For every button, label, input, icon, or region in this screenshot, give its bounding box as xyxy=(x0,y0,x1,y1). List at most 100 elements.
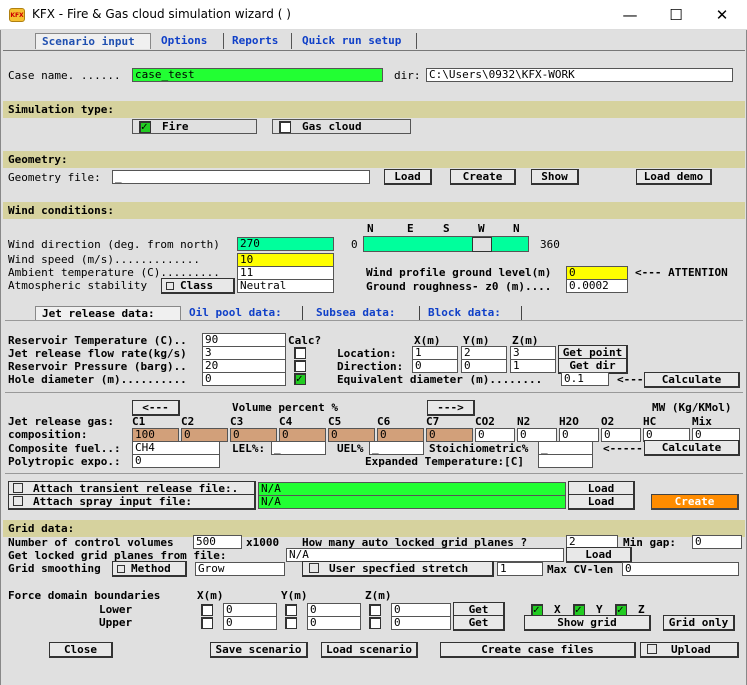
transient-file-field[interactable]: N/A xyxy=(258,482,566,496)
calculate-diameter-button[interactable]: Calculate xyxy=(644,372,740,388)
upper-x-checkbox[interactable] xyxy=(201,617,213,629)
upper-x-field[interactable]: 0 xyxy=(223,616,277,630)
wind-speed-field[interactable]: 10 xyxy=(237,253,334,267)
tab-options[interactable]: Options xyxy=(155,33,224,49)
spray-file-field[interactable]: N/A xyxy=(258,495,566,509)
geometry-show-button[interactable]: Show xyxy=(531,169,579,185)
wind-direction-thumb[interactable] xyxy=(472,237,492,252)
locked-planes-load-button[interactable]: Load xyxy=(566,547,632,563)
minimize-icon[interactable]: — xyxy=(607,0,653,30)
equivalent-diameter-field[interactable]: 0.1 xyxy=(561,372,609,386)
min-gap-field[interactable]: 0 xyxy=(692,535,742,549)
tab-reports[interactable]: Reports xyxy=(226,33,292,49)
gas-composition-field[interactable]: 0 xyxy=(426,428,473,442)
smoothing-method-button[interactable]: Method xyxy=(112,561,187,577)
geometry-file-field[interactable]: _ xyxy=(112,170,370,184)
show-grid-button[interactable]: Show grid xyxy=(524,615,651,631)
polytropic-field[interactable]: 0 xyxy=(132,454,220,468)
upper-z-field[interactable]: 0 xyxy=(391,616,451,630)
upload-toggle[interactable]: Upload xyxy=(640,642,739,658)
save-scenario-button[interactable]: Save scenario xyxy=(210,642,308,658)
ground-roughness-field[interactable]: 0.0002 xyxy=(566,279,628,293)
gas-composition-field[interactable]: 0 xyxy=(279,428,326,442)
uel-field[interactable]: _ xyxy=(369,441,424,455)
direction-y-field[interactable]: 0 xyxy=(461,359,507,373)
tab-scenario-input[interactable]: Scenario input xyxy=(35,33,151,49)
load-demo-button[interactable]: Load demo xyxy=(636,169,712,185)
lower-z-field[interactable]: 0 xyxy=(391,603,451,617)
hole-calc-checkbox[interactable] xyxy=(294,372,306,385)
control-volumes-field[interactable]: 500 xyxy=(193,535,242,549)
wind-direction-slider[interactable] xyxy=(363,236,529,252)
create-case-files-button[interactable]: Create case files xyxy=(440,642,636,658)
reservoir-pressure-field[interactable]: 20 xyxy=(202,359,286,373)
location-z-field[interactable]: 3 xyxy=(510,346,556,360)
max-cv-len-field[interactable]: 0 xyxy=(622,562,739,576)
subtab-oil-pool[interactable]: Oil pool data: xyxy=(183,306,303,320)
upper-z-checkbox[interactable] xyxy=(369,617,381,629)
get-upper-button[interactable]: Get xyxy=(453,615,505,631)
stoichiometric-field[interactable]: _ xyxy=(538,441,593,455)
direction-z-field[interactable]: 1 xyxy=(510,359,556,373)
composite-fuel-field[interactable]: CH4 xyxy=(132,441,220,455)
fire-option[interactable]: Fire xyxy=(132,119,257,134)
gas-cloud-checkbox[interactable] xyxy=(279,121,291,133)
geometry-create-button[interactable]: Create xyxy=(450,169,516,185)
close-icon[interactable]: ✕ xyxy=(699,0,745,30)
lower-z-checkbox[interactable] xyxy=(369,604,381,616)
pressure-calc-checkbox[interactable] xyxy=(294,360,306,372)
location-x-field[interactable]: 1 xyxy=(412,346,458,360)
attach-spray-toggle[interactable]: Attach spray input file: xyxy=(8,494,256,510)
subtab-jet-release[interactable]: Jet release data: xyxy=(35,306,181,320)
gas-composition-field[interactable]: 0 xyxy=(517,428,557,442)
gas-composition-field[interactable]: 0 xyxy=(475,428,515,442)
gas-cloud-option[interactable]: Gas cloud xyxy=(272,119,411,134)
reservoir-temp-field[interactable]: 90 xyxy=(202,333,286,347)
lower-y-field[interactable]: 0 xyxy=(307,603,361,617)
ambient-temp-field[interactable]: 11 xyxy=(237,266,334,280)
gas-composition-field[interactable]: 0 xyxy=(181,428,228,442)
grid-only-button[interactable]: Grid only xyxy=(663,615,735,631)
locked-planes-file-field[interactable]: N/A xyxy=(286,548,564,562)
upper-y-field[interactable]: 0 xyxy=(307,616,361,630)
upper-y-checkbox[interactable] xyxy=(285,617,297,629)
next-components-button[interactable]: ---> xyxy=(427,400,475,416)
gas-composition-field[interactable]: 0 xyxy=(377,428,424,442)
fire-checkbox[interactable] xyxy=(139,120,151,133)
prev-components-button[interactable]: <--- xyxy=(132,400,180,416)
close-button[interactable]: Close xyxy=(49,642,113,658)
wind-profile-field[interactable]: 0 xyxy=(566,266,628,280)
stability-class-button[interactable]: Class xyxy=(161,278,235,294)
spray-load-button[interactable]: Load xyxy=(568,494,635,510)
gas-composition-field[interactable]: 100 xyxy=(132,428,179,442)
wind-direction-field[interactable]: 270 xyxy=(237,237,334,251)
lower-x-checkbox[interactable] xyxy=(201,604,213,616)
calculate-stoich-button[interactable]: Calculate xyxy=(644,440,740,456)
gas-composition-field[interactable]: 0 xyxy=(559,428,599,442)
user-stretch-toggle[interactable]: User specfied stretch xyxy=(302,561,494,577)
load-scenario-button[interactable]: Load scenario xyxy=(321,642,418,658)
direction-x-field[interactable]: 0 xyxy=(412,359,458,373)
lower-y-checkbox[interactable] xyxy=(285,604,297,616)
gas-composition-field[interactable]: 0 xyxy=(328,428,375,442)
gas-composition-field[interactable]: 0 xyxy=(230,428,277,442)
geometry-load-button[interactable]: Load xyxy=(384,169,432,185)
dir-field[interactable]: C:\Users\0932\KFX-WORK xyxy=(426,68,733,82)
subtab-subsea[interactable]: Subsea data: xyxy=(310,306,420,320)
lel-field[interactable]: _ xyxy=(271,441,326,455)
case-name-field[interactable]: case_test xyxy=(132,68,383,82)
maximize-icon[interactable]: ☐ xyxy=(653,0,699,30)
gas-composition-field[interactable]: 0 xyxy=(601,428,641,442)
stability-value-field[interactable]: Neutral xyxy=(237,279,334,293)
subtab-block[interactable]: Block data: xyxy=(422,306,522,320)
hole-diameter-field[interactable]: 0 xyxy=(202,372,286,386)
smoothing-method-field[interactable]: Grow xyxy=(195,562,285,576)
tab-quick-run-setup[interactable]: Quick run setup xyxy=(296,33,417,49)
lower-x-field[interactable]: 0 xyxy=(223,603,277,617)
flow-calc-checkbox[interactable] xyxy=(294,347,306,359)
expanded-temp-field[interactable] xyxy=(538,454,593,468)
location-y-field[interactable]: 2 xyxy=(461,346,507,360)
flow-rate-field[interactable]: 3 xyxy=(202,346,286,360)
create-button[interactable]: Create xyxy=(651,494,739,510)
user-stretch-field[interactable]: 1 xyxy=(497,562,543,576)
